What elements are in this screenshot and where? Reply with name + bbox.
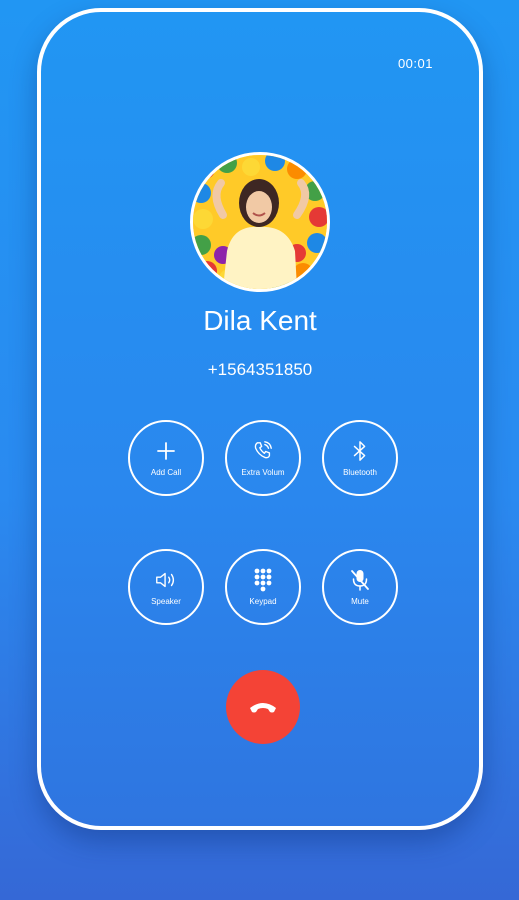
mute-label: Mute <box>351 597 369 606</box>
phone-hangup-icon <box>248 700 278 714</box>
phone-frame: 00:01 Dila Kent +1564351850 Add Call Ext… <box>37 8 483 830</box>
mic-off-icon <box>348 568 372 592</box>
speaker-icon <box>154 568 178 592</box>
bluetooth-label: Bluetooth <box>343 468 377 477</box>
avatar-photo <box>193 155 327 289</box>
bluetooth-button[interactable]: Bluetooth <box>322 420 398 496</box>
extra-volume-label: Extra Volum <box>241 468 285 477</box>
end-call-button[interactable] <box>226 670 300 744</box>
keypad-button[interactable]: Keypad <box>225 549 301 625</box>
phone-number: +1564351850 <box>207 360 313 379</box>
phone-volume-icon <box>251 439 275 463</box>
contact-name: Dila Kent <box>203 305 317 336</box>
add-call-button[interactable]: Add Call <box>128 420 204 496</box>
speaker-button[interactable]: Speaker <box>128 549 204 625</box>
mute-button[interactable]: Mute <box>322 549 398 625</box>
extra-volume-button[interactable]: Extra Volum <box>225 420 301 496</box>
keypad-icon <box>251 568 275 592</box>
call-timer: 00:01 <box>397 56 433 71</box>
plus-icon <box>154 439 178 463</box>
add-call-label: Add Call <box>150 468 182 477</box>
avatar <box>190 152 330 292</box>
speaker-label: Speaker <box>151 597 181 606</box>
bluetooth-icon <box>348 439 372 463</box>
keypad-label: Keypad <box>249 597 277 606</box>
